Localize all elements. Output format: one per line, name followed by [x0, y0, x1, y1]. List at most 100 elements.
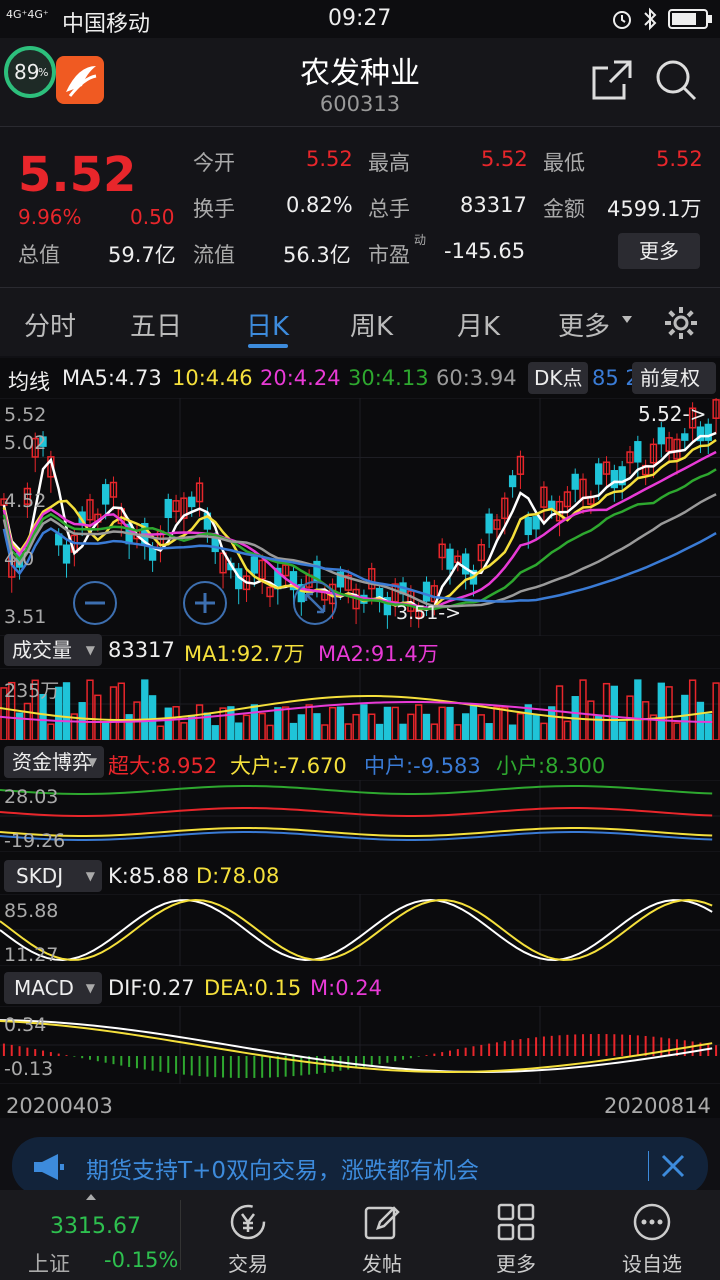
settings-gear-icon[interactable] [662, 304, 700, 342]
macd-chart[interactable] [0, 1006, 720, 1084]
macd-bar [409, 1056, 412, 1059]
candle [422, 581, 431, 602]
volume-bar [235, 722, 243, 740]
macd-bar [253, 1056, 256, 1078]
macd-bar [42, 1050, 45, 1056]
macd-bar [636, 1035, 639, 1056]
clock: 09:27 [328, 6, 392, 31]
share-icon[interactable] [590, 58, 634, 102]
amount-label: 金额 [543, 197, 585, 221]
macd-bar [96, 1056, 99, 1062]
tab-more[interactable]: 更多 [558, 306, 610, 343]
ma30-value: 30:4.13 [348, 366, 429, 390]
macd-bar [261, 1056, 264, 1078]
volume-chart[interactable] [0, 668, 720, 740]
macd-dif: DIF:0.27 [108, 976, 195, 1000]
search-icon[interactable] [654, 58, 698, 102]
turnover-value: 0.82% [286, 193, 353, 217]
ma10-value: 10:4.46 [172, 366, 253, 390]
kline-y-label: 4.0 [4, 548, 35, 570]
macd-indicator-select[interactable]: MACD ▼ [4, 972, 102, 1004]
volume-bar [469, 704, 478, 740]
volume-bar [665, 686, 673, 740]
kline-y-label: 3.51 [4, 606, 47, 628]
fund-indicator-select[interactable]: 资金博弈 ▼ [4, 746, 104, 778]
volume-bar [524, 704, 532, 740]
macd-bar [386, 1056, 389, 1063]
volume-bar [548, 706, 556, 740]
volume-bar [602, 682, 611, 740]
zoom-in-icon[interactable] [182, 580, 228, 626]
banner-divider [648, 1151, 649, 1181]
volume-bar [704, 713, 712, 740]
chevron-down-icon: ▼ [87, 755, 97, 769]
tab-intraday[interactable]: 分时 [24, 306, 76, 343]
volume-bar [266, 724, 274, 740]
fund-select-label: 资金博弈 [12, 750, 92, 774]
volume-indicator-select[interactable]: 成交量 ▼ [4, 634, 102, 666]
volume-bar [712, 682, 720, 740]
pe-label: 市盈 [368, 243, 410, 267]
macd-bar [89, 1056, 91, 1060]
volume-bar [446, 706, 454, 740]
volume-bar [438, 706, 446, 740]
fund-line [0, 807, 713, 817]
volume-bar [180, 722, 188, 740]
more-button[interactable]: 更多 [618, 233, 700, 269]
fullscreen-icon[interactable] [292, 580, 338, 626]
adjust-button[interactable]: 前复权 [632, 362, 716, 394]
pe-superscript: 动 [414, 233, 427, 247]
dk-point-button[interactable]: DK点 [528, 362, 588, 394]
zoom-out-icon[interactable] [72, 580, 118, 626]
macd-bar [566, 1034, 569, 1056]
macd-m: M:0.24 [310, 976, 382, 1000]
total-value-label: 总值 [18, 243, 60, 267]
volume-bar [493, 706, 501, 740]
close-icon[interactable] [660, 1153, 686, 1179]
tab-five-day[interactable]: 五日 [130, 306, 182, 343]
index-value[interactable]: 3315.67 [50, 1214, 141, 1239]
macd-bar [65, 1055, 68, 1056]
macd-bar [402, 1056, 405, 1060]
macd-bar [104, 1056, 107, 1063]
stock-detail-screen: 4G⁺4G⁺ 中国移动 09:27 89 % 农发种业 600313 5.52 … [0, 0, 720, 1280]
macd-bar [206, 1056, 209, 1077]
macd-bar [715, 1045, 718, 1056]
ma20-value: 20:4.24 [260, 366, 341, 390]
volume-bar [289, 722, 298, 740]
macd-bar [112, 1056, 115, 1065]
skdj-indicator-select[interactable]: SKDJ ▼ [4, 860, 102, 892]
macd-bar [582, 1034, 585, 1056]
float-value-label: 流值 [193, 243, 235, 267]
tab-monthly-k[interactable]: 月K [457, 306, 500, 343]
volume-bar [399, 723, 407, 740]
skdj-k: K:85.88 [108, 864, 189, 888]
macd-bar [237, 1056, 240, 1078]
volume-label: 总手 [368, 197, 410, 221]
start-date: 20200403 [6, 1094, 113, 1118]
ma-title: 均线 [8, 370, 50, 394]
macd-bar [151, 1056, 154, 1071]
megaphone-icon [34, 1154, 64, 1180]
macd-bar [159, 1056, 162, 1072]
tab-daily-k[interactable]: 日K [246, 306, 289, 343]
macd-bar [472, 1046, 475, 1056]
skdj-chart[interactable] [0, 894, 720, 966]
nav-post-label: 发帖 [362, 1252, 402, 1276]
volume-bar [461, 713, 470, 740]
nav-divider [180, 1200, 181, 1270]
index-change[interactable]: -0.15% [104, 1248, 178, 1272]
tab-weekly-k[interactable]: 周K [350, 306, 393, 343]
index-name[interactable]: 上证 [28, 1248, 70, 1278]
nav-watchlist-label: 设自选 [622, 1252, 682, 1276]
fund-chart[interactable] [0, 780, 720, 852]
status-bar: 4G⁺4G⁺ 中国移动 09:27 [0, 0, 720, 38]
macd-bar [550, 1035, 553, 1056]
macd-bar [425, 1055, 428, 1056]
skdj-select-label: SKDJ [16, 864, 64, 888]
macd-bar [292, 1056, 295, 1077]
macd-bar [495, 1042, 498, 1056]
volume-bar [211, 725, 219, 740]
promo-banner[interactable]: 期货支持T+0双向交易，涨跌都有机会 [12, 1137, 708, 1195]
volume-bar [141, 679, 149, 740]
